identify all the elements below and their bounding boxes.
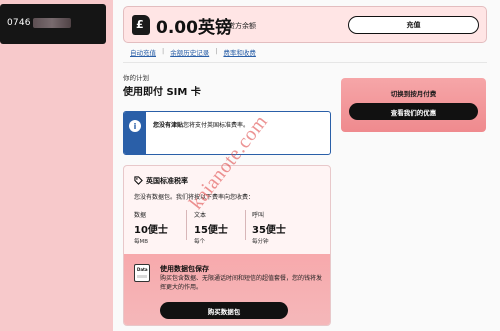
left-sidebar [0, 0, 113, 331]
rate-unit: 每分钟 [252, 239, 269, 245]
rate-value: 35便士 [252, 225, 286, 236]
data-bundle-icon: Data [134, 264, 150, 282]
buy-bundle-button[interactable]: 购买数据包 [160, 302, 288, 319]
view-offers-button[interactable]: 查看我们的优惠 [349, 103, 478, 120]
section-divider [123, 62, 487, 63]
phone-number-card[interactable]: 0746 [0, 4, 106, 44]
link-separator: | [215, 47, 218, 55]
standard-rate-text: 您将支付英国标准费率。 [183, 122, 250, 129]
standard-rates-card: 英国标准税率 您没有数据包。我们将按以下费率向您收费： 数据 10便士 每MB … [123, 165, 331, 326]
sim-card-icon: £ [132, 15, 150, 35]
rate-label: 呼叫 [252, 212, 265, 219]
auto-topup-link[interactable]: 自动充值 [130, 47, 156, 57]
rate-separator [245, 210, 246, 240]
info-stripe: i [124, 112, 146, 154]
rate-label: 数据 [134, 212, 147, 219]
text-rate: 文本 15便士 每个 [194, 210, 228, 245]
balance-history-link[interactable]: 余额历史记录 [170, 47, 209, 57]
no-allowance-text: 您没有津贴 [153, 122, 184, 129]
topup-button[interactable]: 充值 [348, 16, 479, 34]
bundle-description: 购买包含数据、无限通话时间和短信的超值套餐，您的钱将发挥更大的作用。 [160, 275, 323, 291]
account-links: 自动充值 | 余额历史记录 | 费率和收费 [130, 47, 256, 57]
balance-label: 贷方余额 [228, 22, 256, 30]
allowance-info-text: 您没有津贴您将支付英国标准费率。 [153, 120, 249, 129]
balance-card: £ 0.00英镑 贷方余额 充值 [123, 6, 487, 43]
info-icon: i [129, 120, 141, 132]
rates-charges-link[interactable]: 费率和收费 [223, 47, 256, 57]
phone-number: 0746 [7, 18, 31, 28]
call-rate: 呼叫 35便士 每分钟 [252, 210, 286, 245]
tag-icon [134, 176, 143, 187]
redacted-number-blur [33, 18, 71, 28]
rate-unit: 每MB [134, 239, 149, 245]
link-separator: | [162, 47, 165, 55]
data-rate: 数据 10便士 每MB [134, 210, 168, 245]
rate-value: 10便士 [134, 225, 168, 236]
monthly-promo-card: 切换到按月付费 查看我们的优惠 [341, 78, 486, 132]
bundle-title: 使用数据包保存 [160, 265, 209, 273]
rate-separator [186, 210, 187, 240]
promo-title: 切换到按月付费 [390, 90, 437, 98]
rate-unit: 每个 [194, 239, 206, 245]
plan-section-label: 你的计划 [123, 74, 149, 82]
rate-value: 15便士 [194, 225, 228, 236]
rates-title: 英国标准税率 [146, 177, 188, 185]
bundle-promo: Data 使用数据包保存 购买包含数据、无限通话时间和短信的超值套餐，您的钱将发… [124, 254, 330, 325]
balance-amount: 0.00英镑 [156, 18, 232, 38]
plan-title: 使用即付 SIM 卡 [123, 87, 201, 98]
